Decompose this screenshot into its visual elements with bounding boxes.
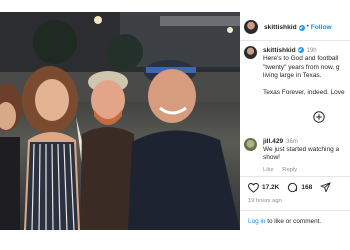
post-side-panel: skittishkid • Follow skittishkid 19h Here…	[240, 12, 350, 230]
divider	[240, 176, 350, 177]
comment: jill.429 36m We just started watching a s…	[244, 138, 350, 174]
comment-time: 36m	[286, 139, 298, 145]
share-arrow-icon[interactable]	[320, 182, 331, 193]
verified-badge-icon	[297, 47, 304, 53]
comment-line: show!	[263, 154, 280, 162]
post-timestamp: 19 hours ago	[248, 198, 282, 204]
comment-body: jill.429 36m We just started watching a s…	[263, 138, 339, 174]
caption-line: "twenty" years from now, g	[263, 63, 340, 71]
group-photo-illustration	[0, 12, 240, 230]
divider	[240, 210, 350, 211]
load-more-comments-icon[interactable]	[313, 111, 325, 123]
heart-icon[interactable]	[248, 182, 259, 193]
comment-like-button[interactable]: Like	[263, 167, 274, 173]
comment-bubble-icon[interactable]	[287, 182, 298, 193]
comment-line: We just started watching a	[263, 146, 340, 154]
login-prompt-text: to like or comment.	[265, 218, 322, 225]
caption: skittishkid 19h Here's to God and footbal…	[244, 46, 350, 97]
comments-count: 168	[301, 184, 313, 191]
login-prompt: Log in to like or comment.	[248, 218, 321, 225]
commenter-avatar[interactable]	[244, 138, 257, 151]
comment-group[interactable]: 168	[287, 182, 312, 193]
avatar[interactable]	[244, 20, 258, 34]
username[interactable]: skittishkid	[264, 24, 297, 31]
commenter-username[interactable]: jill.429	[263, 138, 283, 145]
post-photo[interactable]	[0, 12, 240, 230]
caption-time[interactable]: 19h	[307, 48, 317, 54]
divider	[240, 40, 350, 41]
caption-body: skittishkid 19h Here's to God and footbal…	[263, 46, 345, 97]
follow-button[interactable]: Follow	[311, 24, 332, 31]
caption-line: living large in Texas.	[263, 72, 322, 80]
caption-avatar[interactable]	[244, 46, 257, 59]
caption-username[interactable]: skittishkid	[263, 47, 296, 54]
comment-reply-button[interactable]: Reply	[282, 167, 297, 173]
verified-badge-icon	[298, 25, 305, 31]
login-link[interactable]: Log in	[248, 218, 265, 225]
like-group[interactable]: 17.2K	[248, 182, 280, 193]
likes-count: 17.2K	[262, 184, 280, 191]
caption-line: Texas Forever, indeed. Love	[263, 88, 345, 96]
caption-line: Here's to God and football	[263, 55, 339, 63]
separator-dot: •	[306, 24, 309, 30]
comment-actions: Like Reply	[263, 166, 339, 174]
share-group[interactable]	[320, 182, 334, 193]
action-bar: 17.2K 168	[248, 182, 342, 193]
post-header: skittishkid • Follow	[244, 16, 350, 38]
